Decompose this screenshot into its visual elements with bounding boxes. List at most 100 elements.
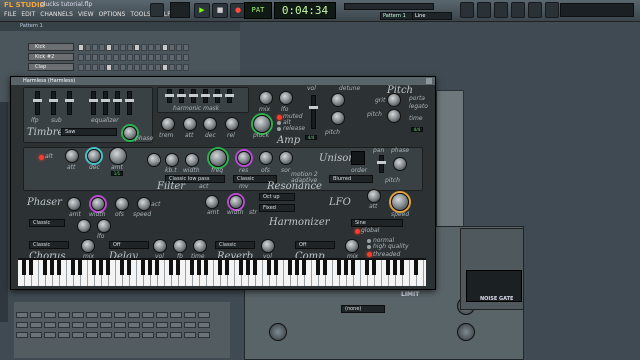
- sub-slider-2[interactable]: [65, 91, 74, 115]
- black-key[interactable]: [190, 258, 194, 275]
- harmonizer-amt-knob[interactable]: [205, 195, 219, 209]
- normal-radio[interactable]: [367, 239, 371, 243]
- black-key[interactable]: [323, 258, 327, 275]
- amp-att-knob[interactable]: [183, 117, 197, 131]
- black-key[interactable]: [386, 258, 390, 275]
- piano-roll-icon[interactable]: [494, 2, 508, 18]
- lfo-shape-dropdown[interactable]: Sine: [351, 219, 403, 227]
- black-key[interactable]: [218, 258, 222, 275]
- black-key[interactable]: [57, 258, 61, 275]
- delay-dropdown[interactable]: Off: [109, 241, 149, 249]
- trem-knob[interactable]: [161, 117, 175, 131]
- black-key[interactable]: [148, 258, 152, 275]
- black-key[interactable]: [176, 258, 180, 275]
- menu-tools[interactable]: TOOLS: [130, 11, 150, 18]
- channel-name-clap[interactable]: Clap: [28, 63, 74, 71]
- black-key[interactable]: [239, 258, 243, 275]
- phaser-dropdown[interactable]: Classic: [29, 219, 65, 227]
- pattern-row[interactable]: [16, 312, 226, 318]
- alt-radio[interactable]: [277, 121, 281, 125]
- reverb-dropdown[interactable]: Classic: [215, 241, 255, 249]
- phaser-width-knob[interactable]: [91, 197, 105, 211]
- volume-slider[interactable]: [309, 95, 318, 129]
- browser-icon[interactable]: [511, 2, 525, 18]
- chorus-mix-knob[interactable]: [81, 239, 95, 253]
- mask-slider-6[interactable]: [225, 89, 234, 103]
- filter-att-knob[interactable]: [65, 149, 79, 163]
- grit-knob[interactable]: [387, 93, 401, 107]
- comp-mix-knob[interactable]: [345, 239, 359, 253]
- mask-slider-1[interactable]: [165, 89, 174, 103]
- black-key[interactable]: [393, 258, 397, 275]
- reverb-vol-knob[interactable]: [261, 239, 275, 253]
- plugin-picker-icon[interactable]: [545, 2, 559, 18]
- phaser-ofs-knob[interactable]: [115, 197, 129, 211]
- black-key[interactable]: [295, 258, 299, 275]
- black-key[interactable]: [197, 258, 201, 275]
- black-key[interactable]: [99, 258, 103, 275]
- kbt-knob[interactable]: [165, 153, 179, 167]
- black-key[interactable]: [302, 258, 306, 275]
- pluck-knob[interactable]: [253, 115, 271, 133]
- play-icon[interactable]: ▶: [194, 3, 210, 18]
- black-key[interactable]: [127, 258, 131, 275]
- black-key[interactable]: [71, 258, 75, 275]
- channel-name-kick[interactable]: Kick: [28, 43, 74, 51]
- eq-slider-4[interactable]: [125, 91, 134, 115]
- bg-knob[interactable]: [269, 323, 287, 341]
- phaser-speed-knob[interactable]: [137, 197, 151, 211]
- eq-slider-2[interactable]: [101, 91, 110, 115]
- black-key[interactable]: [344, 258, 348, 275]
- black-key[interactable]: [120, 258, 124, 275]
- black-key[interactable]: [288, 258, 292, 275]
- lfo-knob[interactable]: [279, 91, 293, 105]
- black-key[interactable]: [92, 258, 96, 275]
- comp-dropdown[interactable]: Off: [295, 241, 335, 249]
- menu-options[interactable]: OPTIONS: [99, 11, 126, 18]
- lfo-global-led[interactable]: [355, 229, 360, 234]
- filter-amt-knob[interactable]: [109, 147, 127, 165]
- stop-icon[interactable]: ■: [212, 3, 228, 18]
- release-radio[interactable]: [277, 127, 281, 131]
- phaser-lfo-knob[interactable]: [77, 219, 91, 233]
- mask-slider-2[interactable]: [177, 89, 186, 103]
- mix-knob[interactable]: [259, 91, 273, 105]
- menu-channels[interactable]: CHANNELS: [40, 11, 73, 18]
- unison-order-box[interactable]: [351, 151, 365, 165]
- harmonizer-dropdown-2[interactable]: Fixed: [259, 204, 295, 212]
- black-key[interactable]: [365, 258, 369, 275]
- bg-preset-dropdown[interactable]: (none): [341, 305, 385, 313]
- mask-slider-4[interactable]: [201, 89, 210, 103]
- step-grid[interactable]: [78, 43, 189, 51]
- black-key[interactable]: [253, 258, 257, 275]
- timbre-dropdown[interactable]: Saw: [61, 128, 117, 136]
- pattern-row[interactable]: [16, 322, 226, 328]
- bg-knob[interactable]: [457, 323, 475, 341]
- hq-radio[interactable]: [367, 245, 371, 249]
- detune-knob[interactable]: [331, 93, 345, 107]
- black-key[interactable]: [141, 258, 145, 275]
- filter-alt-led[interactable]: [39, 155, 44, 160]
- amp-dec-knob[interactable]: [203, 117, 217, 131]
- mask-slider-5[interactable]: [213, 89, 222, 103]
- filter-dec-knob[interactable]: [87, 149, 101, 163]
- mask-slider-3[interactable]: [189, 89, 198, 103]
- sor-knob[interactable]: [279, 151, 293, 165]
- black-key[interactable]: [351, 258, 355, 275]
- lfo-att-knob[interactable]: [367, 189, 381, 203]
- playlist-icon[interactable]: [460, 2, 474, 18]
- black-key[interactable]: [50, 258, 54, 275]
- black-key[interactable]: [316, 258, 320, 275]
- snap-selector[interactable]: Line: [412, 12, 452, 20]
- step-sequencer-icon[interactable]: [477, 2, 491, 18]
- black-key[interactable]: [155, 258, 159, 275]
- pitch-knob[interactable]: [387, 109, 401, 123]
- unison-phase-knob[interactable]: [393, 157, 407, 171]
- ofs-knob[interactable]: [259, 151, 273, 165]
- delay-fb-knob[interactable]: [173, 239, 187, 253]
- black-key[interactable]: [22, 258, 26, 275]
- lfp-slider[interactable]: [33, 91, 42, 115]
- black-key[interactable]: [204, 258, 208, 275]
- eq-slider-3[interactable]: [113, 91, 122, 115]
- detune-knob-2[interactable]: [331, 111, 345, 125]
